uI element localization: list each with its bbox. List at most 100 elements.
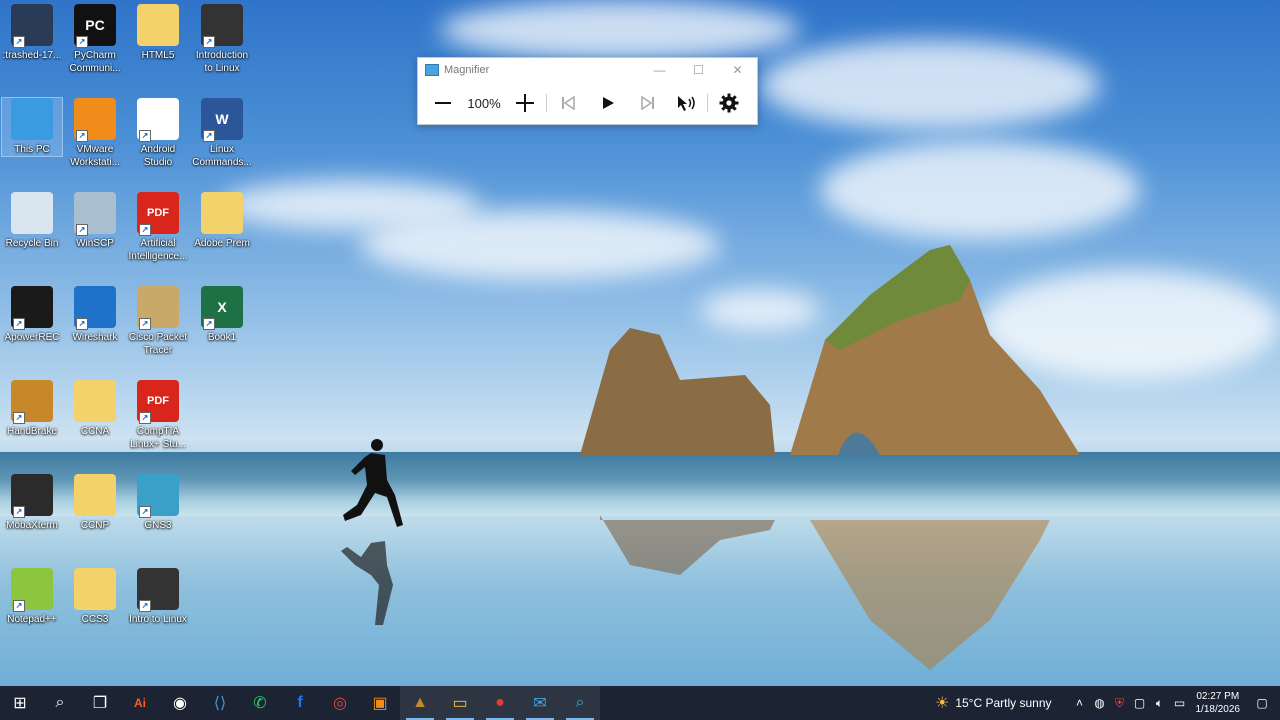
desktop-icon[interactable]: PC ↗ PyCharm Communi... bbox=[65, 4, 125, 75]
desktop-icon-label: ApowerREC bbox=[4, 332, 60, 343]
desktop-icon[interactable]: ↗ Intro to Linux bbox=[128, 568, 188, 626]
plus-icon bbox=[516, 94, 534, 112]
battery-icon[interactable]: ▭ bbox=[1170, 696, 1190, 710]
taskbar-magnifier[interactable]: ⌕ bbox=[560, 686, 600, 720]
notification-center-icon[interactable]: ▢ bbox=[1252, 696, 1272, 710]
taskbar-search[interactable]: ⌕ bbox=[40, 686, 80, 720]
desktop-icon[interactable]: This PC bbox=[1, 97, 63, 157]
taskbar-mail[interactable]: ✉ bbox=[520, 686, 560, 720]
taskbar-start[interactable]: ⊞ bbox=[0, 686, 40, 720]
taskbar-task-view[interactable]: ❐ bbox=[80, 686, 120, 720]
desktop-icon[interactable]: Recycle Bin bbox=[2, 192, 62, 250]
file-explorer-icon: ▭ bbox=[452, 695, 468, 712]
desktop-icon-label: VMware Workstati... bbox=[70, 144, 120, 168]
previous-button[interactable] bbox=[555, 90, 581, 116]
magnifier-window[interactable]: Magnifier — ☐ ✕ 100% bbox=[417, 57, 758, 125]
pdf-icon: PDF ↗ bbox=[137, 380, 179, 424]
desktop-icon[interactable]: ↗ VMware Workstati... bbox=[65, 98, 125, 169]
desktop-icon-label: Notepad++ bbox=[7, 614, 57, 625]
desktop-icon-label: WinSCP bbox=[76, 238, 114, 249]
rocks-illustration bbox=[580, 245, 1080, 670]
weather-text: 15°C Partly sunny bbox=[955, 696, 1052, 710]
shortcut-arrow-icon: ↗ bbox=[139, 600, 151, 612]
magnifier-titlebar[interactable]: Magnifier — ☐ ✕ bbox=[418, 58, 757, 82]
taskbar-whatsapp[interactable]: ✆ bbox=[240, 686, 280, 720]
desktop-icon-label: :trashed-17... bbox=[2, 50, 62, 61]
clock[interactable]: 02:27 PM 1/18/2026 bbox=[1196, 690, 1241, 716]
taskbar-adobe-illustrator[interactable]: Ai bbox=[120, 686, 160, 720]
volume-icon[interactable]: 🔈︎ bbox=[1150, 696, 1170, 711]
desktop-icon[interactable]: PDF ↗ Artificial Intelligence... bbox=[128, 192, 188, 263]
start-icon: ⊞ bbox=[13, 695, 27, 712]
desktop-icon[interactable]: X ↗ Book1 bbox=[192, 286, 252, 344]
desktop-icon[interactable]: CCS3 bbox=[65, 568, 125, 626]
maximize-button[interactable]: ☐ bbox=[679, 63, 718, 77]
taskbar-handbrake[interactable]: ▲ bbox=[400, 686, 440, 720]
taskbar-file-explorer[interactable]: ▭ bbox=[440, 686, 480, 720]
desktop-icon[interactable]: ↗ :trashed-17... bbox=[2, 4, 62, 62]
magnifier-title: Magnifier bbox=[444, 64, 490, 76]
desktop-icon[interactable]: ↗ GNS3 bbox=[128, 474, 188, 532]
weather-widget[interactable]: ☀ 15°C Partly sunny bbox=[935, 693, 1052, 713]
desktop-icon[interactable]: W ↗ Linux Commands... bbox=[192, 98, 252, 169]
shortcut-arrow-icon: ↗ bbox=[139, 224, 151, 236]
desktop-icon-label: CCS3 bbox=[81, 614, 109, 625]
close-button[interactable]: ✕ bbox=[718, 63, 757, 77]
desktop-icon[interactable]: ↗ Introduction to Linux bbox=[192, 4, 252, 75]
video-thumbnail-icon: ↗ bbox=[11, 4, 53, 48]
search-icon: ⌕ bbox=[55, 694, 65, 711]
desktop-icon-label: CompTIA Linux+ Stu... bbox=[130, 426, 186, 450]
settings-button[interactable] bbox=[716, 90, 742, 116]
desktop-icon-label: Recycle Bin bbox=[5, 238, 59, 249]
app-store-icon: ◉ bbox=[173, 695, 187, 712]
cloud bbox=[440, 0, 800, 60]
desktop-icon[interactable]: Adobe Prem bbox=[192, 192, 252, 250]
vscode-icon: ⟨⟩ bbox=[213, 695, 227, 712]
desktop-icon[interactable]: ↗ HandBrake bbox=[2, 380, 62, 438]
desktop-icon[interactable]: ↗ Wireshark bbox=[65, 286, 125, 344]
next-button[interactable] bbox=[635, 90, 661, 116]
read-from-pointer-button[interactable] bbox=[673, 90, 699, 116]
whatsapp-icon: ✆ bbox=[253, 695, 267, 712]
taskbar-app-list: ⊞ ⌕ ❐ Ai ◉ ⟨⟩ ✆ f ◎ ▣ ▲ ▭ ● ✉ ⌕ bbox=[0, 686, 600, 720]
desktop-icon[interactable]: CCNP bbox=[65, 474, 125, 532]
pdf-icon: PDF ↗ bbox=[137, 192, 179, 236]
desktop-icon[interactable]: ↗ Notepad++ bbox=[2, 568, 62, 626]
presentation-icon: ↗ bbox=[137, 568, 179, 612]
shortcut-arrow-icon: ↗ bbox=[139, 318, 151, 330]
desktop-icon[interactable]: PDF ↗ CompTIA Linux+ Stu... bbox=[128, 380, 188, 451]
taskbar: ⊞ ⌕ ❐ Ai ◉ ⟨⟩ ✆ f ◎ ▣ ▲ ▭ ● ✉ ⌕ ☀ 15°C Partly sunny ˄ … bbox=[0, 686, 1280, 720]
desktop-icon[interactable]: ↗ Cisco Packet Tracer bbox=[128, 286, 188, 357]
security-shield-icon[interactable]: ⛨ bbox=[1110, 696, 1130, 711]
chevron-up-icon[interactable]: ˄ bbox=[1070, 696, 1090, 710]
taskbar-apowerrec[interactable]: ● bbox=[480, 686, 520, 720]
cloud bbox=[760, 40, 1100, 130]
gns3-icon: ↗ bbox=[137, 474, 179, 518]
desktop-icon[interactable]: ↗ MobaXterm bbox=[2, 474, 62, 532]
desktop-icon[interactable]: HTML5 bbox=[128, 4, 188, 62]
globe-icon[interactable]: ◍ bbox=[1090, 696, 1110, 710]
read-aloud-pointer-icon bbox=[678, 96, 695, 111]
shortcut-arrow-icon: ↗ bbox=[139, 412, 151, 424]
network-icon[interactable]: ▢ bbox=[1130, 696, 1150, 710]
apowerrec-icon: ● bbox=[495, 694, 505, 711]
taskbar-app-store[interactable]: ◉ bbox=[160, 686, 200, 720]
folder-icon bbox=[74, 474, 116, 516]
magnifier-app-icon bbox=[425, 64, 439, 76]
adobe-illustrator-icon: Ai bbox=[134, 696, 146, 710]
taskbar-vmware[interactable]: ▣ bbox=[360, 686, 400, 720]
zoom-in-button[interactable] bbox=[512, 90, 538, 116]
desktop-icon[interactable]: ↗ WinSCP bbox=[65, 192, 125, 250]
play-button[interactable] bbox=[595, 90, 621, 116]
desktop-icon[interactable]: ↗ Android Studio bbox=[128, 98, 188, 169]
notepad-plus-plus-icon: ↗ bbox=[11, 568, 53, 612]
shortcut-arrow-icon: ↗ bbox=[76, 130, 88, 142]
zoom-out-button[interactable] bbox=[430, 90, 456, 116]
taskbar-chrome[interactable]: ◎ bbox=[320, 686, 360, 720]
minimize-button[interactable]: — bbox=[640, 63, 679, 77]
taskbar-vscode[interactable]: ⟨⟩ bbox=[200, 686, 240, 720]
presentation-icon: ↗ bbox=[201, 4, 243, 48]
taskbar-facebook[interactable]: f bbox=[280, 686, 320, 720]
desktop-icon[interactable]: CCNA bbox=[65, 380, 125, 438]
desktop-icon[interactable]: ↗ ApowerREC bbox=[2, 286, 62, 344]
